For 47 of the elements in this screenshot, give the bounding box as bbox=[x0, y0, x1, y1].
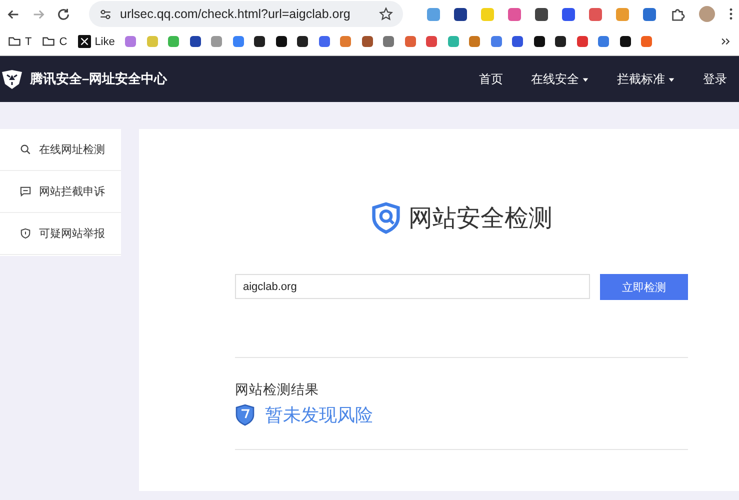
bookmark-icon[interactable] bbox=[555, 36, 566, 47]
menu-icon[interactable] bbox=[729, 7, 733, 21]
sidebar-item[interactable]: 网站拦截申诉 bbox=[0, 171, 121, 213]
url-input[interactable]: aigclab.org bbox=[235, 274, 590, 299]
nav-link[interactable]: 登录 bbox=[703, 70, 727, 88]
extension-icon[interactable] bbox=[643, 8, 656, 20]
folder-icon bbox=[8, 35, 21, 48]
site-settings-icon[interactable] bbox=[99, 8, 112, 20]
extension-icon[interactable] bbox=[454, 8, 467, 20]
extension-icon[interactable] bbox=[535, 8, 548, 20]
shield-icon bbox=[235, 404, 255, 426]
bookmark-icon[interactable] bbox=[534, 36, 545, 47]
caret-icon bbox=[582, 76, 589, 82]
more-bookmarks-icon[interactable] bbox=[720, 36, 731, 47]
search-icon bbox=[20, 144, 31, 155]
url-text: urlsec.qq.com/check.html?url=aigclab.org bbox=[120, 7, 352, 21]
nav-link[interactable]: 在线安全 bbox=[531, 70, 589, 88]
site-title: 腾讯安全–网址安全中心 bbox=[30, 70, 168, 88]
check-button[interactable]: 立即检测 bbox=[600, 274, 688, 300]
shield-search-icon bbox=[370, 202, 400, 234]
bookmark-icon[interactable] bbox=[620, 36, 631, 47]
address-bar[interactable]: urlsec.qq.com/check.html?url=aigclab.org bbox=[89, 1, 403, 27]
reload-icon[interactable] bbox=[56, 6, 71, 22]
chat-icon bbox=[20, 186, 31, 197]
x-logo-icon bbox=[78, 35, 91, 48]
sidebar-item[interactable]: 可疑网站举报 bbox=[0, 213, 121, 255]
bookmark-icon[interactable] bbox=[512, 36, 524, 47]
bookmark[interactable]: C bbox=[42, 35, 68, 48]
bookmark[interactable]: Like bbox=[78, 35, 115, 48]
folder-icon bbox=[42, 35, 56, 48]
bookmark-icon[interactable] bbox=[190, 36, 201, 47]
star-icon[interactable] bbox=[379, 7, 393, 21]
nav-link[interactable]: 首页 bbox=[479, 70, 503, 88]
bookmark-icon[interactable] bbox=[276, 36, 287, 47]
extension-icon[interactable] bbox=[562, 8, 575, 20]
puzzle-icon[interactable] bbox=[670, 6, 685, 22]
profile-avatar[interactable] bbox=[699, 6, 715, 22]
result-heading: 网站检测结果 bbox=[235, 381, 320, 399]
shield-icon bbox=[20, 228, 31, 239]
caret-icon bbox=[668, 76, 675, 82]
page-title: 网站安全检测 bbox=[408, 204, 552, 234]
result-status: 暂未发现风险 bbox=[265, 404, 373, 427]
sidebar-item[interactable]: 在线网址检测 bbox=[0, 129, 121, 171]
nav-link[interactable]: 拦截标准 bbox=[617, 70, 675, 88]
bookmark-icon[interactable] bbox=[254, 36, 266, 47]
bookmark[interactable]: T bbox=[8, 35, 32, 48]
bookmark-icon[interactable] bbox=[297, 36, 308, 47]
